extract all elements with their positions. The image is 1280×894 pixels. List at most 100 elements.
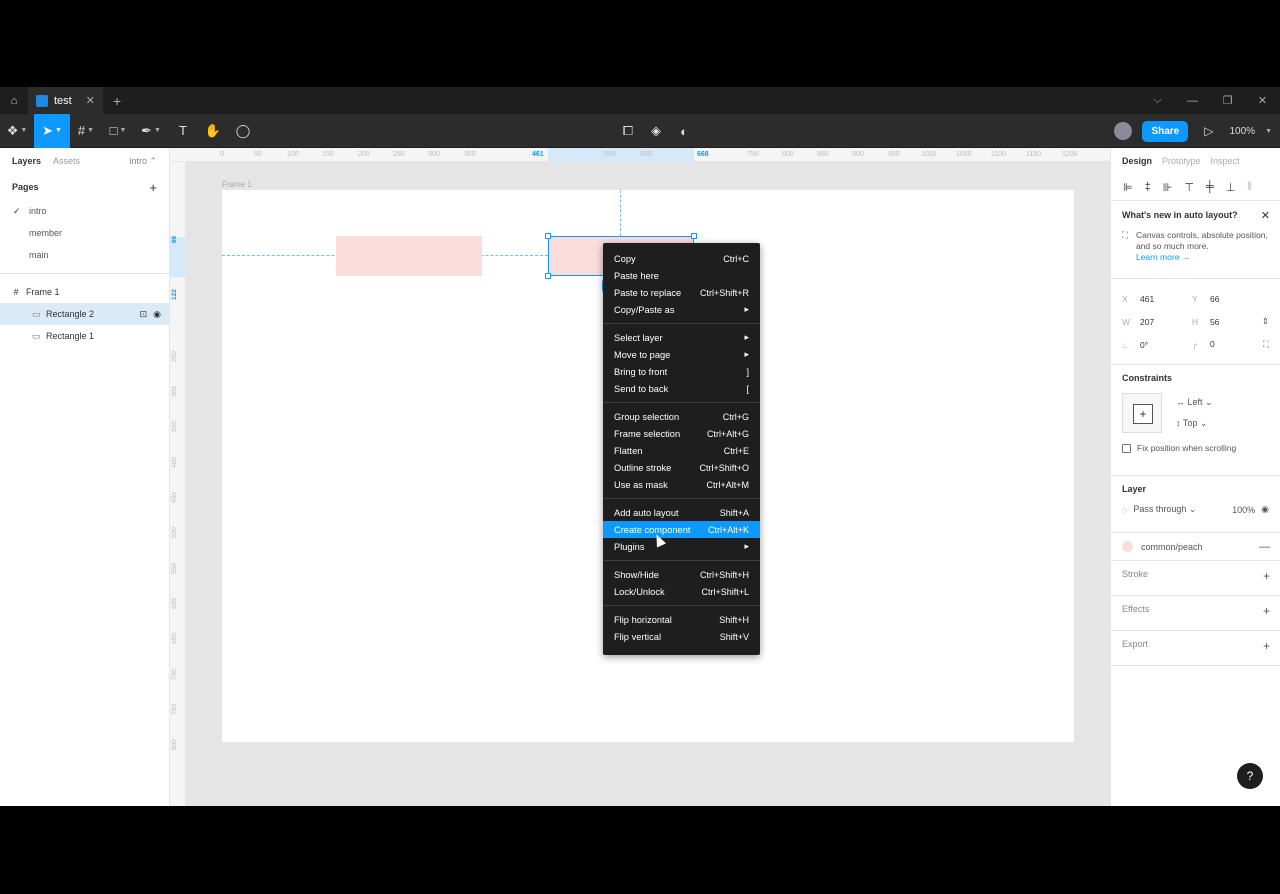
file-tab[interactable]: test ✕ xyxy=(28,87,103,114)
pen-tool-button[interactable]: ✒ ▼ xyxy=(134,114,168,148)
figma-logo-icon: ❖ xyxy=(6,122,19,138)
menu-item-frame-selection[interactable]: Frame selection Ctrl+Alt+G xyxy=(603,425,760,442)
close-icon[interactable]: ✕ xyxy=(1261,209,1270,222)
menu-item-paste-here[interactable]: Paste here xyxy=(603,267,760,284)
menu-item-show-hide[interactable]: Show/Hide Ctrl+Shift+H xyxy=(603,566,760,583)
menu-item-select-layer[interactable]: Select layer ▸ xyxy=(603,329,760,346)
vertical-constraint-select[interactable]: ↕ Top ⌄ xyxy=(1176,418,1213,429)
close-tab-icon[interactable]: ✕ xyxy=(86,94,95,107)
page-item-main[interactable]: main xyxy=(0,244,169,266)
new-tab-button[interactable]: + xyxy=(113,93,121,109)
menu-item-add-auto-layout[interactable]: Add auto layout Shift+A xyxy=(603,504,760,521)
page-item-member[interactable]: member xyxy=(0,222,169,244)
align-left-icon[interactable]: ⊫ xyxy=(1123,181,1133,194)
layer-rectangle-1[interactable]: ▭ Rectangle 1 xyxy=(0,325,169,347)
height-input[interactable]: 56 xyxy=(1210,317,1219,327)
x-input[interactable]: 461 xyxy=(1140,294,1154,304)
tab-prototype[interactable]: Prototype xyxy=(1162,156,1201,166)
eye-icon[interactable]: ◉ xyxy=(153,309,161,320)
menu-item-create-component[interactable]: Create component Ctrl+Alt+K xyxy=(603,521,760,538)
menu-item-send-to-back[interactable]: Send to back [ xyxy=(603,380,760,397)
tab-layers[interactable]: Layers xyxy=(12,156,41,166)
resize-handle[interactable] xyxy=(691,233,697,239)
opacity-input[interactable]: 100% xyxy=(1232,505,1255,515)
avatar[interactable] xyxy=(1114,122,1133,140)
menu-item-flip-vertical[interactable]: Flip vertical Shift+V xyxy=(603,628,760,645)
align-center-horizontal-icon[interactable]: ‡ xyxy=(1145,181,1151,193)
horizontal-constraint-select[interactable]: ↔ Left ⌄ xyxy=(1176,397,1213,408)
align-top-icon[interactable]: ⊤ xyxy=(1184,181,1194,194)
contrast-icon[interactable]: ◐ xyxy=(676,124,692,139)
ruler-tick: 750 xyxy=(171,704,178,715)
distribute-icon[interactable]: ⫴ xyxy=(1247,181,1252,194)
crop-icon[interactable]: ⧠ xyxy=(620,123,636,139)
add-page-button[interactable]: + xyxy=(149,180,157,195)
menu-item-copy-paste-as[interactable]: Copy/Paste as ▸ xyxy=(603,301,760,318)
menu-item-move-to-page[interactable]: Move to page ▸ xyxy=(603,346,760,363)
window-close-button[interactable]: ✕ xyxy=(1245,94,1280,107)
text-tool-button[interactable]: T xyxy=(168,114,198,148)
align-right-icon[interactable]: ⊪ xyxy=(1163,181,1173,194)
layer-frame-1[interactable]: # Frame 1 xyxy=(0,281,169,303)
tab-design[interactable]: Design xyxy=(1122,156,1152,166)
restore-button[interactable]: ❐ xyxy=(1210,94,1245,107)
rectangle-1[interactable] xyxy=(336,236,482,276)
checkbox[interactable] xyxy=(1122,443,1131,453)
hand-tool-button[interactable]: ✋ xyxy=(198,114,228,148)
constraints-widget[interactable]: + xyxy=(1122,393,1162,433)
fill-swatch[interactable] xyxy=(1122,541,1133,552)
page-item-intro[interactable]: ✓ intro xyxy=(0,200,169,222)
rotation-input[interactable]: 0° xyxy=(1140,340,1148,350)
move-tool-button[interactable]: ➤ ▼ xyxy=(34,113,70,148)
fill-row[interactable]: common/peach — xyxy=(1111,533,1280,560)
resize-handle[interactable] xyxy=(545,233,551,239)
frame-label[interactable]: Frame 1 xyxy=(222,180,252,189)
menu-item-lock-unlock[interactable]: Lock/Unlock Ctrl+Shift+L xyxy=(603,583,760,600)
menu-item-group-selection[interactable]: Group selection Ctrl+G xyxy=(603,408,760,425)
menu-item-flatten[interactable]: Flatten Ctrl+E xyxy=(603,442,760,459)
menu-item-plugins[interactable]: Plugins ▸ xyxy=(603,538,760,555)
tab-inspect[interactable]: Inspect xyxy=(1211,156,1240,166)
fix-position-row[interactable]: Fix position when scrolling xyxy=(1122,443,1269,453)
lock-icon[interactable]: ⊡ xyxy=(140,309,148,320)
page-selector[interactable]: intro ⌃ xyxy=(129,156,157,167)
resize-handle[interactable] xyxy=(545,273,551,279)
tab-assets[interactable]: Assets xyxy=(53,156,80,166)
eye-icon[interactable]: ◉ xyxy=(1261,504,1269,515)
check-icon: ✓ xyxy=(13,205,21,216)
menu-item-copy[interactable]: Copy Ctrl+C xyxy=(603,250,760,267)
independent-corners-icon[interactable]: ⛶ xyxy=(1263,339,1269,350)
add-export-icon[interactable]: + xyxy=(1263,639,1270,653)
remove-fill-icon[interactable]: — xyxy=(1259,541,1270,553)
blend-mode-select[interactable]: Pass through ⌄ xyxy=(1133,504,1196,515)
menu-item-paste-to-replace[interactable]: Paste to replace Ctrl+Shift+R xyxy=(603,284,760,301)
add-effect-icon[interactable]: + xyxy=(1263,604,1270,618)
component-icon[interactable]: ◈ xyxy=(648,123,664,139)
menu-item-outline-stroke[interactable]: Outline stroke Ctrl+Shift+O xyxy=(603,459,760,476)
add-stroke-icon[interactable]: + xyxy=(1263,569,1270,583)
home-icon[interactable]: ⌂ xyxy=(0,87,28,114)
align-bottom-icon[interactable]: ⊥ xyxy=(1226,181,1236,194)
learn-more-link[interactable]: Learn more → xyxy=(1136,252,1269,263)
align-center-vertical-icon[interactable]: ╪ xyxy=(1206,181,1214,193)
menu-shortcut: Shift+A xyxy=(719,507,749,518)
menu-item-use-as-mask[interactable]: Use as mask Ctrl+Alt+M xyxy=(603,476,760,493)
constrain-proportions-icon[interactable]: ⇕ xyxy=(1262,316,1269,327)
share-button[interactable]: Share xyxy=(1142,120,1189,142)
corner-radius-input[interactable]: 0 xyxy=(1210,339,1215,350)
minimize-button[interactable]: — xyxy=(1175,95,1210,107)
zoom-level[interactable]: 100% xyxy=(1229,126,1255,137)
main-menu-button[interactable]: ❖ ▼ xyxy=(0,114,34,148)
help-button[interactable]: ? xyxy=(1237,763,1263,789)
y-input[interactable]: 66 xyxy=(1210,294,1219,304)
play-icon[interactable]: ▷ xyxy=(1204,124,1213,138)
comment-tool-button[interactable]: ◯ xyxy=(228,114,258,148)
shape-tool-button[interactable]: □ ▼ xyxy=(102,114,134,148)
frame-tool-button[interactable]: # ▼ xyxy=(70,114,102,148)
chevron-down-icon[interactable]: ⌵ xyxy=(1140,94,1175,107)
menu-item-bring-to-front[interactable]: Bring to front] xyxy=(603,363,760,380)
menu-item-flip-horizontal[interactable]: Flip horizontal Shift+H xyxy=(603,611,760,628)
width-input[interactable]: 207 xyxy=(1140,317,1154,327)
context-menu: Copy Ctrl+C Paste here Paste to replace Ct… xyxy=(603,243,760,655)
layer-rectangle-2[interactable]: ▭ Rectangle 2 ⊡ ◉ xyxy=(0,303,169,325)
